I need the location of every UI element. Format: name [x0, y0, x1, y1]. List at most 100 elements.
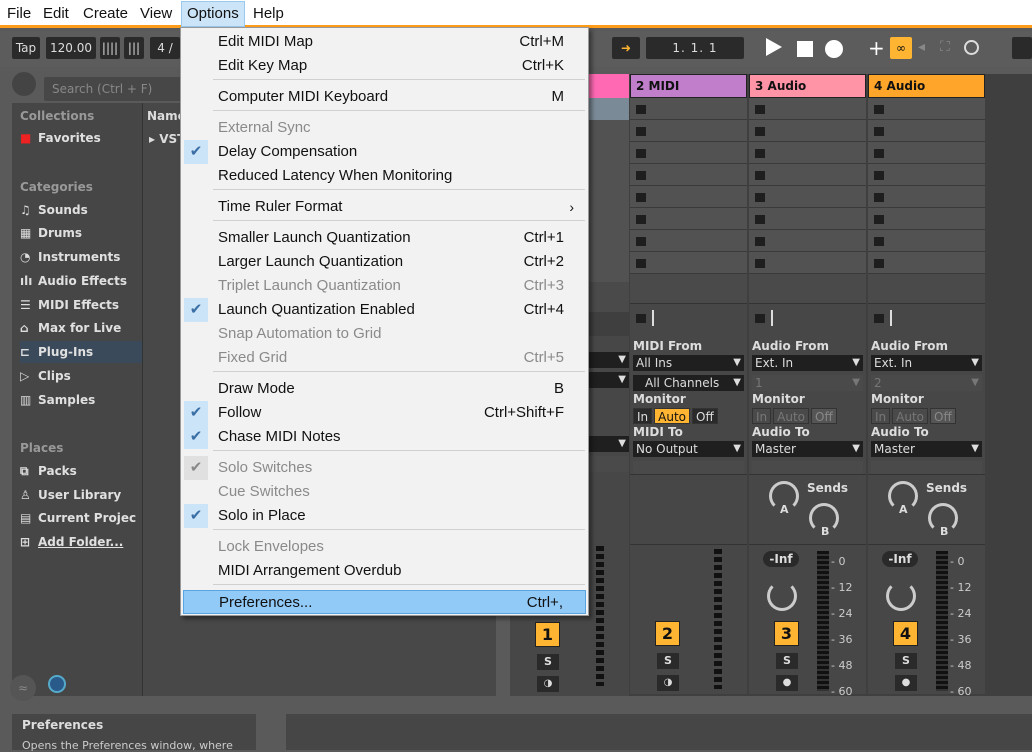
midi-arm-icon[interactable]: ◑: [657, 675, 679, 691]
menu-item-midi-arrangement-overdub[interactable]: MIDI Arrangement Overdub: [183, 559, 586, 583]
input-channel-select[interactable]: 1 ▼: [752, 375, 863, 391]
menu-item-follow[interactable]: ✔ Follow Ctrl+Shift+F: [183, 401, 586, 425]
tap-button[interactable]: Tap: [12, 37, 40, 59]
stop-clip-icon[interactable]: [636, 314, 646, 323]
track-1-solo-button[interactable]: S: [537, 654, 559, 670]
sidebar-item-favorites[interactable]: ■ Favorites: [20, 127, 148, 149]
stop-clip-icon[interactable]: [874, 314, 884, 323]
monitor-in-button[interactable]: In: [752, 408, 772, 424]
menu-item-fixed-grid[interactable]: Fixed Grid Ctrl+5: [183, 346, 586, 370]
menu-item-lock-envelopes[interactable]: Lock Envelopes: [183, 535, 586, 559]
clip-slot[interactable]: [868, 120, 985, 142]
menu-item-chase-midi-notes[interactable]: ✔ Chase MIDI Notes: [183, 425, 586, 449]
re-enable-automation-icon[interactable]: ◂: [918, 39, 925, 55]
clip-slot[interactable]: [868, 230, 985, 252]
monitor-off-button[interactable]: Off: [811, 408, 837, 424]
menu-file[interactable]: File: [2, 4, 36, 26]
clip-slot[interactable]: [868, 186, 985, 208]
menu-item-larger-launch-quantization[interactable]: Larger Launch Quantization Ctrl+2: [183, 250, 586, 274]
clip-slot[interactable]: [868, 208, 985, 230]
clip-slot[interactable]: [749, 208, 866, 230]
groove-pool-icon[interactable]: ≈: [10, 675, 36, 701]
menu-item-triplet-launch-quantization[interactable]: Triplet Launch Quantization Ctrl+3: [183, 274, 586, 298]
overdub-icon[interactable]: +: [868, 36, 885, 60]
sidebar-item-audio-effects[interactable]: ılı Audio Effects: [20, 270, 148, 292]
sidebar-item-max-for-live[interactable]: ⌂ Max for Live: [20, 317, 148, 339]
input-type-select[interactable]: Ext. In ▼: [752, 355, 863, 371]
monitor-in-button[interactable]: In: [633, 408, 653, 424]
monitor-off-button[interactable]: Off: [930, 408, 956, 424]
track-activator[interactable]: 3: [774, 621, 799, 646]
menu-item-cue-switches[interactable]: Cue Switches: [183, 480, 586, 504]
nudge-up-icon[interactable]: |||: [124, 37, 144, 59]
sidebar-item-add-folder[interactable]: ⊞ Add Folder...: [20, 531, 148, 553]
sidebar-item-samples[interactable]: ▥ Samples: [20, 389, 148, 411]
solo-button[interactable]: S: [895, 653, 917, 669]
track-activator[interactable]: 4: [893, 621, 918, 646]
clip-slot[interactable]: [630, 164, 747, 186]
track-activator[interactable]: 2: [655, 621, 680, 646]
input-channel-select[interactable]: 2 ▼: [871, 375, 982, 391]
clip-slot[interactable]: [868, 164, 985, 186]
menu-item-snap-automation-to-grid[interactable]: Snap Automation to Grid: [183, 322, 586, 346]
sidebar-item-plug-ins[interactable]: ⊏ Plug-Ins: [20, 341, 148, 363]
stop-clip-icon[interactable]: [755, 314, 765, 323]
automation-arm-icon[interactable]: ∞: [890, 37, 912, 59]
pan-knob[interactable]: [767, 581, 797, 611]
clip-slot[interactable]: [749, 98, 866, 120]
monitor-in-button[interactable]: In: [871, 408, 891, 424]
sidebar-item-sounds[interactable]: ♫ Sounds: [20, 199, 148, 221]
sidebar-item-packs[interactable]: ⧉ Packs: [20, 460, 148, 482]
menu-item-external-sync[interactable]: External Sync: [183, 116, 586, 140]
position-field[interactable]: 1. 1. 1: [646, 37, 744, 59]
play-icon[interactable]: [766, 38, 782, 56]
menu-create[interactable]: Create: [78, 4, 133, 26]
menu-item-preferences[interactable]: Preferences... Ctrl+,: [183, 590, 586, 614]
menu-options[interactable]: Options: [181, 1, 245, 27]
follow-icon[interactable]: ➜: [612, 37, 640, 59]
clip-slot[interactable]: [630, 230, 747, 252]
record-icon[interactable]: [825, 40, 843, 58]
clip-slot[interactable]: [630, 208, 747, 230]
monitor-auto-button[interactable]: Auto: [654, 408, 691, 424]
sidebar-item-current-project[interactable]: ▤ Current Projec: [20, 507, 148, 529]
menu-edit[interactable]: Edit: [38, 4, 74, 26]
track-4-header[interactable]: 4 Audio: [868, 74, 985, 98]
sidebar-item-user-library[interactable]: ♙ User Library: [20, 484, 148, 506]
session-record-icon[interactable]: [964, 40, 979, 55]
sidebar-item-drums[interactable]: ▦ Drums: [20, 222, 148, 244]
output-type-select[interactable]: Master ▼: [752, 441, 863, 457]
input-type-select[interactable]: All Ins ▼: [633, 355, 744, 371]
solo-button[interactable]: S: [657, 653, 679, 669]
menu-item-edit-midi-map[interactable]: Edit MIDI Map Ctrl+M: [183, 30, 586, 54]
solo-button[interactable]: S: [776, 653, 798, 669]
menu-item-edit-key-map[interactable]: Edit Key Map Ctrl+K: [183, 54, 586, 78]
signature-field[interactable]: 4 /: [150, 37, 180, 59]
sidebar-item-midi-effects[interactable]: ☰ MIDI Effects: [20, 294, 148, 316]
clip-slot[interactable]: [868, 98, 985, 120]
menu-item-solo-switches[interactable]: ✔ Solo Switches: [183, 456, 586, 480]
clip-slot[interactable]: [630, 142, 747, 164]
monitor-auto-button[interactable]: Auto: [773, 408, 810, 424]
nudge-down-icon[interactable]: ||||: [100, 37, 120, 59]
track-3-header[interactable]: 3 Audio: [749, 74, 866, 98]
clip-slot[interactable]: [749, 252, 866, 274]
capture-icon[interactable]: ⛶: [940, 39, 950, 55]
clip-slot[interactable]: [749, 230, 866, 252]
output-type-select[interactable]: Master ▼: [871, 441, 982, 457]
menu-item-smaller-launch-quantization[interactable]: Smaller Launch Quantization Ctrl+1: [183, 226, 586, 250]
menu-item-computer-midi-keyboard[interactable]: Computer MIDI Keyboard M: [183, 85, 586, 109]
input-type-select[interactable]: Ext. In ▼: [871, 355, 982, 371]
monitor-off-button[interactable]: Off: [692, 408, 718, 424]
menu-item-launch-quantization-enabled[interactable]: ✔ Launch Quantization Enabled Ctrl+4: [183, 298, 586, 322]
track-2-header[interactable]: 2 MIDI: [630, 74, 747, 98]
pan-knob[interactable]: [886, 581, 916, 611]
menu-item-reduced-latency-when-monitoring[interactable]: Reduced Latency When Monitoring: [183, 164, 586, 188]
menu-item-solo-in-place[interactable]: ✔ Solo in Place: [183, 504, 586, 528]
input-channel-select[interactable]: All Channels ▼: [633, 375, 744, 391]
arm-icon[interactable]: ●: [776, 675, 798, 691]
sidebar-item-clips[interactable]: ▷ Clips: [20, 365, 148, 387]
track-1-arm-icon[interactable]: ◑: [537, 676, 559, 692]
arm-icon[interactable]: ●: [895, 675, 917, 691]
clip-slot[interactable]: [868, 142, 985, 164]
